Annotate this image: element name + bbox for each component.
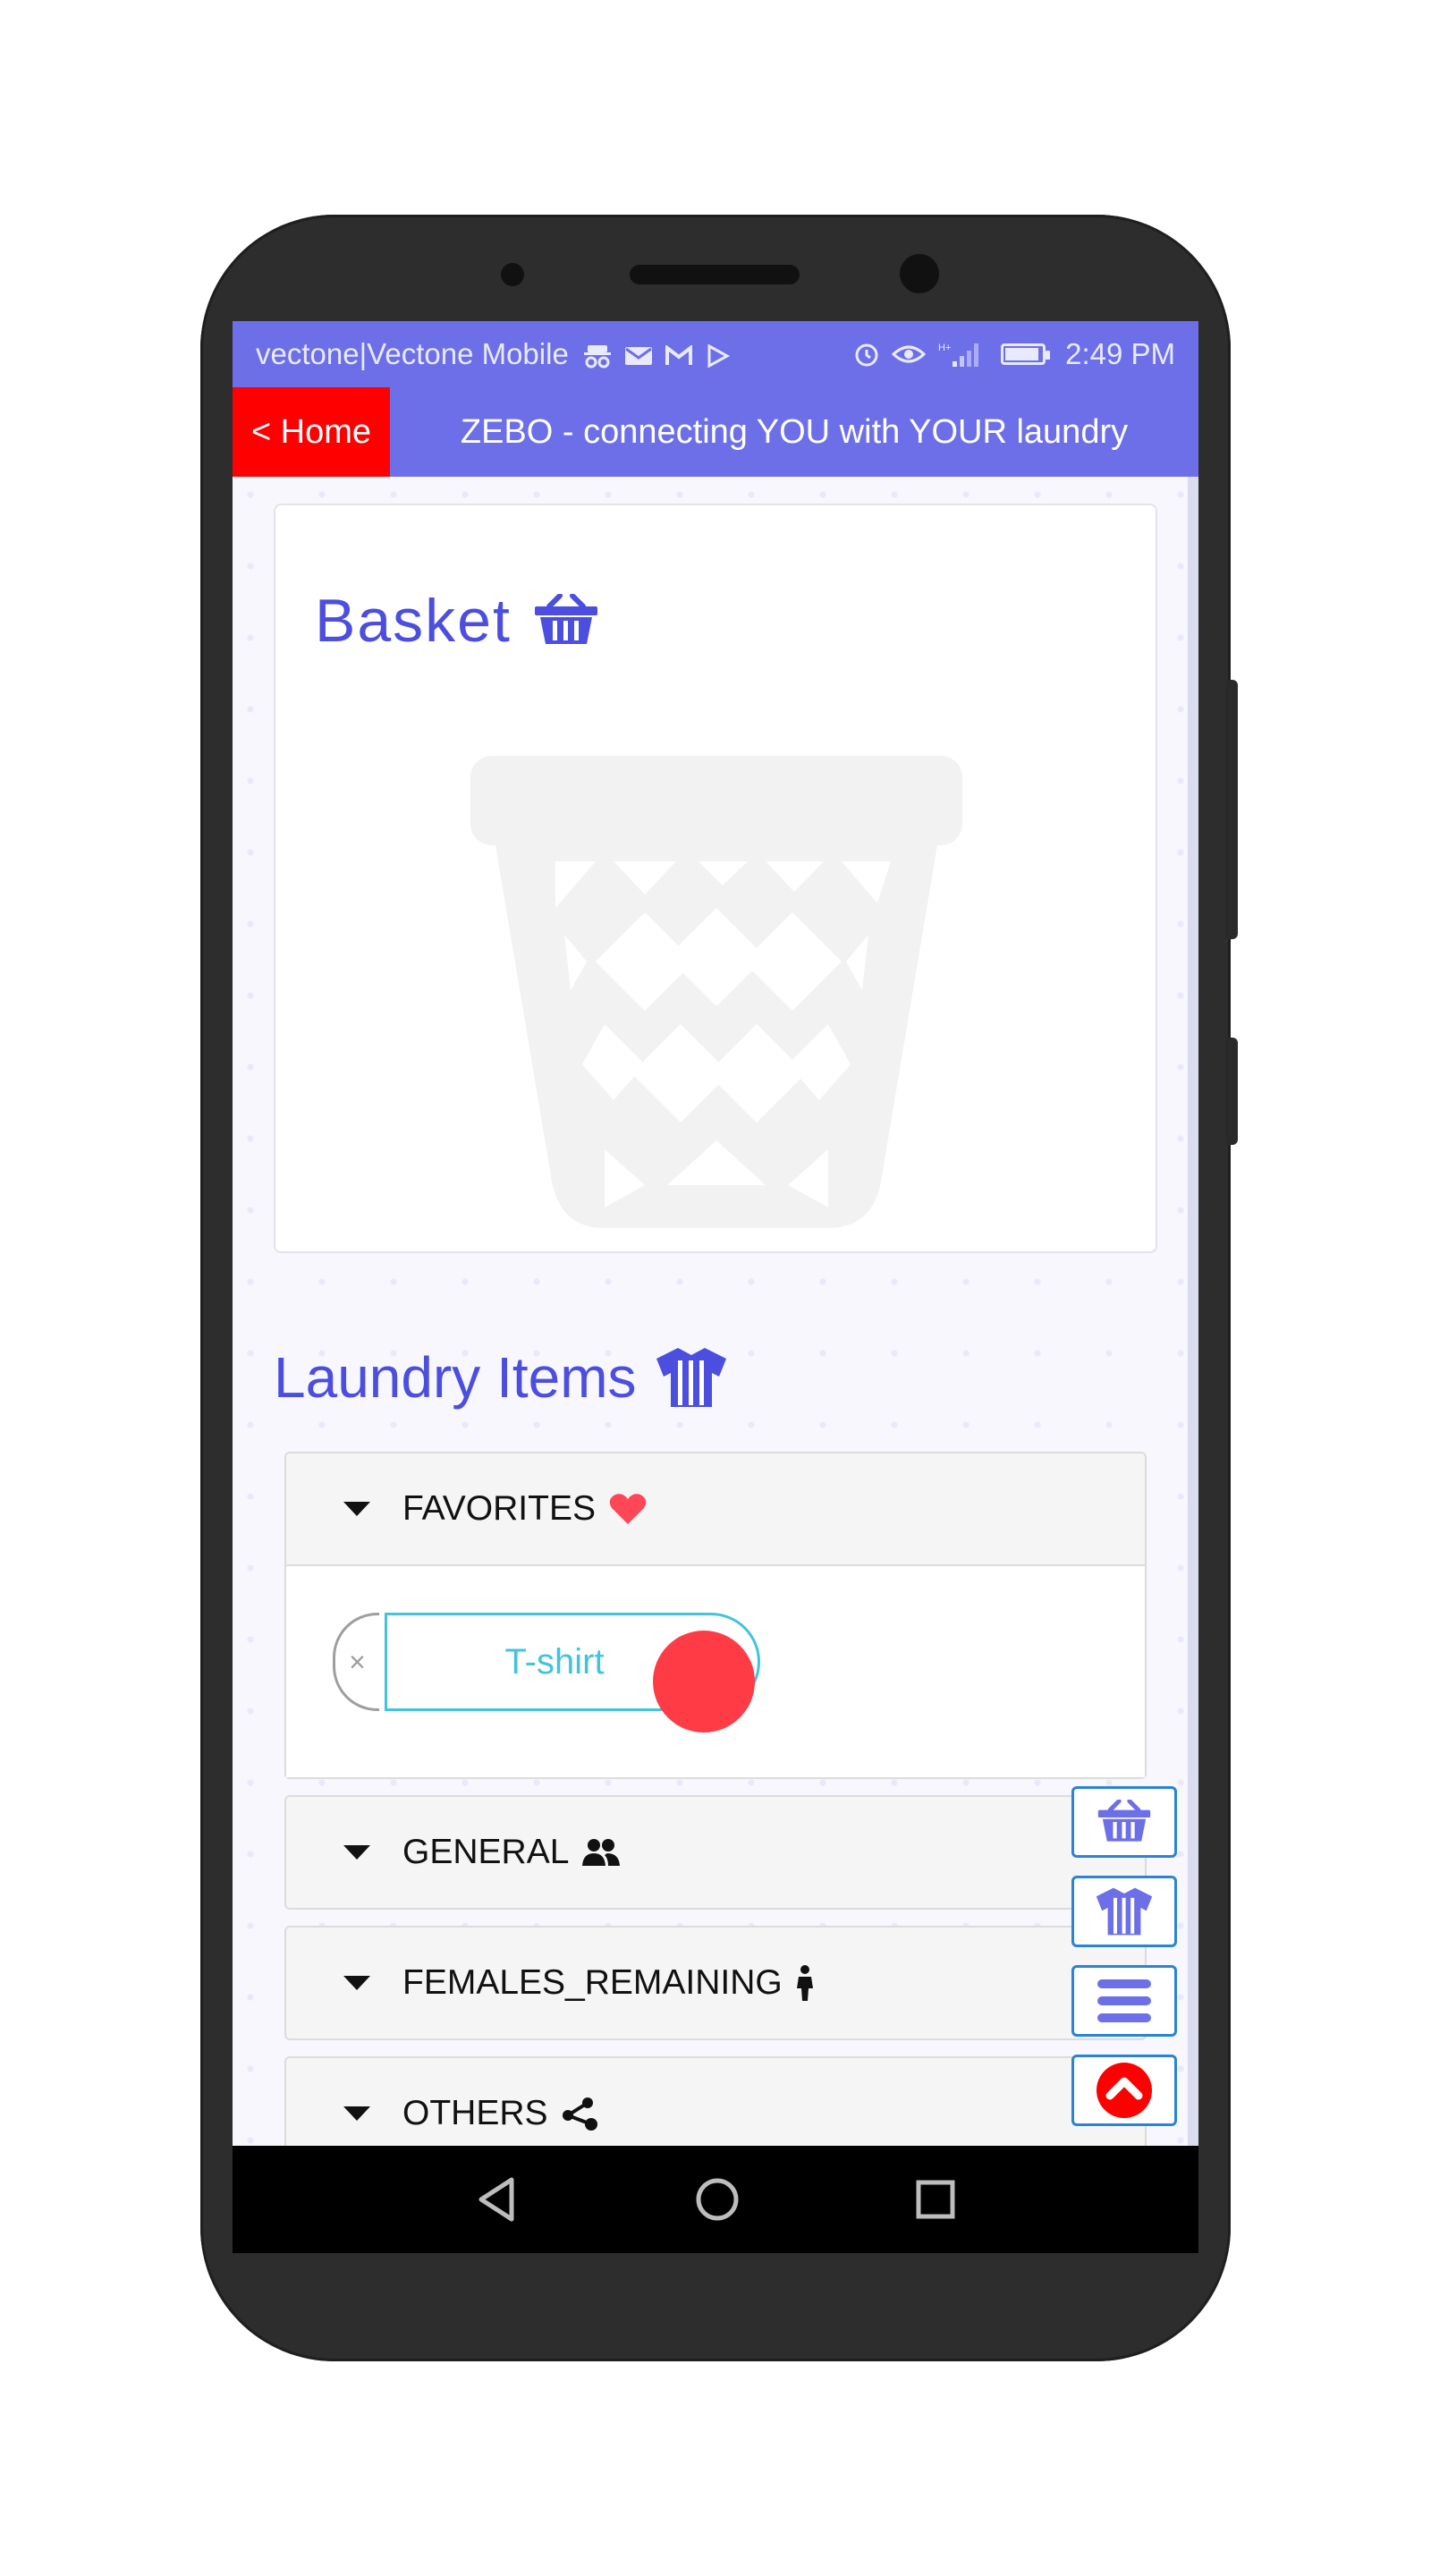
females-remaining-header[interactable]: FEMALES_REMAINING	[286, 1928, 1145, 2038]
volume-button	[1225, 680, 1238, 939]
remove-favorite-button[interactable]: ×	[333, 1613, 379, 1711]
gmail-icon	[665, 344, 693, 366]
signal-icon: H+	[938, 343, 979, 367]
caret-down-icon	[343, 1845, 370, 1860]
basket-icon	[534, 594, 597, 644]
alarm-icon	[855, 343, 878, 367]
jersey-icon	[1096, 1887, 1153, 1936]
mail-icon	[625, 347, 653, 366]
caret-down-icon	[343, 1502, 370, 1516]
basket-icon	[1097, 1800, 1151, 1842]
front-camera-icon	[900, 254, 939, 293]
recents-icon[interactable]	[916, 2180, 955, 2219]
status-bar: vectone|Vectone Mobile H+ 2:49 PM	[233, 321, 1198, 387]
female-icon	[796, 1965, 813, 2001]
favorites-body: × T-shirt	[286, 1564, 1145, 1777]
basket-fab[interactable]	[1071, 1786, 1177, 1858]
females-remaining-label: FEMALES_REMAINING	[402, 1963, 783, 2002]
eye-icon	[892, 345, 927, 363]
play-store-icon	[707, 343, 730, 369]
svg-text:H+: H+	[938, 343, 951, 353]
main-content[interactable]: Basket Laundry Items FAVORITES × T-shirt…	[233, 477, 1198, 2171]
sensor-icon	[501, 263, 524, 286]
females-remaining-section: FEMALES_REMAINING	[284, 1926, 1147, 2040]
earpiece	[630, 265, 800, 284]
users-icon	[582, 1839, 621, 1866]
basket-title: Basket	[315, 587, 512, 655]
clock: 2:49 PM	[1065, 337, 1175, 370]
screen: vectone|Vectone Mobile H+ 2:49 PM < Home…	[233, 321, 1198, 2253]
battery-icon	[1001, 343, 1051, 365]
wastebasket-icon	[470, 756, 962, 1228]
menu-icon	[1097, 1979, 1151, 2022]
navigation-bar	[233, 2146, 1198, 2253]
basket-card: Basket	[274, 504, 1157, 1253]
share-nodes-icon	[562, 2097, 597, 2131]
favorites-header[interactable]: FAVORITES	[286, 1453, 1145, 1564]
general-header[interactable]: GENERAL	[286, 1797, 1145, 1908]
laundry-items-fab[interactable]	[1071, 1876, 1177, 1947]
general-label: GENERAL	[402, 1833, 570, 1871]
heart-icon	[609, 1494, 647, 1524]
laundry-items-title: Laundry Items	[274, 1345, 637, 1410]
touch-indicator	[653, 1631, 755, 1733]
home-icon[interactable]	[694, 2176, 741, 2223]
caret-down-icon	[343, 2106, 370, 2121]
favorites-section: FAVORITES × T-shirt	[284, 1452, 1147, 1779]
home-button[interactable]: < Home	[233, 387, 390, 477]
chevron-up-icon	[1097, 2063, 1152, 2118]
general-section: GENERAL	[284, 1795, 1147, 1910]
app-bar: < Home ZEBO - connecting YOU with YOUR l…	[233, 387, 1198, 477]
scrollbar[interactable]	[1188, 477, 1198, 2146]
carrier-label: vectone|Vectone Mobile	[256, 337, 569, 370]
power-button	[1225, 1038, 1238, 1145]
back-icon[interactable]	[476, 2176, 519, 2223]
incognito-icon	[583, 345, 611, 369]
jersey-icon	[656, 1348, 726, 1407]
app-title: ZEBO - connecting YOU with YOUR laundry	[460, 412, 1129, 451]
favorites-label: FAVORITES	[402, 1489, 596, 1528]
menu-fab[interactable]	[1071, 1965, 1177, 2037]
others-label: OTHERS	[402, 2094, 548, 2132]
scroll-top-fab[interactable]	[1071, 2055, 1177, 2126]
caret-down-icon	[343, 1976, 370, 1990]
